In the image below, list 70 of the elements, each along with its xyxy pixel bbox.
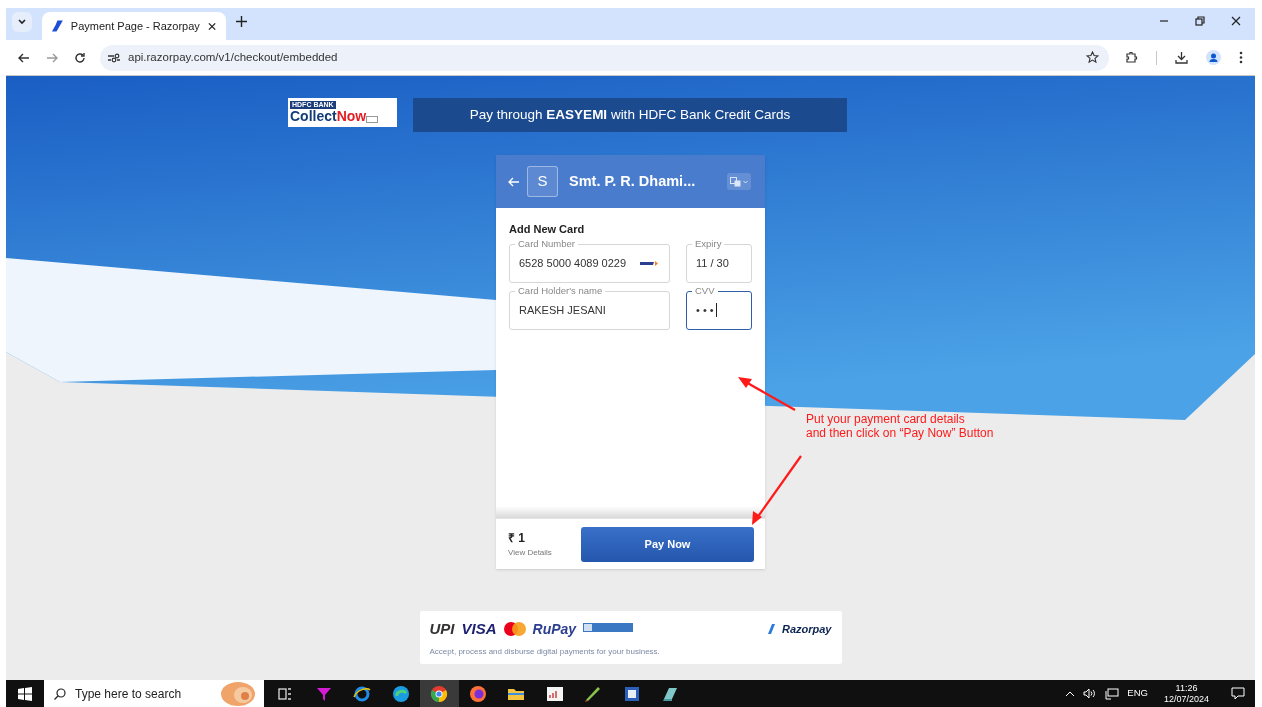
tab-list-button[interactable] bbox=[12, 12, 32, 32]
notification-icon[interactable] bbox=[1231, 687, 1245, 700]
logo-word: Now bbox=[336, 109, 367, 124]
app-icon bbox=[545, 684, 564, 703]
app-icon bbox=[468, 684, 487, 703]
annotation-text: Put your payment card details and then click on “Pay Now” Button bbox=[806, 412, 994, 440]
close-icon[interactable] bbox=[207, 21, 216, 31]
site-settings-icon[interactable] bbox=[108, 52, 120, 63]
reload-icon[interactable] bbox=[74, 51, 86, 64]
download-icon[interactable] bbox=[1175, 51, 1188, 64]
chevron-up-icon[interactable] bbox=[1065, 690, 1076, 697]
translate-icon bbox=[730, 176, 741, 187]
forward-arrow-icon[interactable] bbox=[46, 51, 58, 64]
chevron-down-icon bbox=[743, 179, 748, 184]
app-icon bbox=[622, 684, 641, 703]
visa-logo: VISA bbox=[461, 619, 497, 639]
language-button[interactable] bbox=[727, 173, 751, 190]
menu-icon[interactable] bbox=[1239, 51, 1243, 64]
merchant-initial: S bbox=[527, 166, 558, 197]
promo-banner: Pay through EASYEMI with HDFC Bank Credit Cards bbox=[413, 98, 847, 132]
clock[interactable]: 11:26 12/07/2024 bbox=[1163, 682, 1209, 705]
screen-icon bbox=[366, 116, 379, 124]
razorpay-brand: Razorpay bbox=[781, 622, 832, 637]
rupay-mark-icon bbox=[640, 260, 660, 266]
tab-title: Payment Page - Razorpay bbox=[70, 18, 200, 34]
bookmark-star-icon[interactable] bbox=[1086, 51, 1099, 64]
field-value: 6528 5000 4089 0229 bbox=[519, 255, 627, 271]
browser-tab[interactable]: Payment Page - Razorpay bbox=[42, 12, 226, 40]
field-value: 11 / 30 bbox=[696, 255, 729, 271]
address-bar[interactable]: api.razorpay.com/v1/checkout/embedded bbox=[100, 44, 1109, 71]
puzzle-icon[interactable] bbox=[1125, 51, 1138, 64]
taskbar-app[interactable] bbox=[420, 680, 459, 707]
search-icon bbox=[54, 687, 66, 700]
search-placeholder: Type here to search bbox=[75, 685, 183, 703]
language-indicator[interactable]: ENG bbox=[1127, 686, 1148, 701]
new-tab-icon[interactable] bbox=[236, 15, 247, 27]
clock-date: 12/07/2024 bbox=[1163, 693, 1209, 705]
url-text: api.razorpay.com/v1/checkout/embedded bbox=[128, 49, 339, 65]
profile-avatar-icon[interactable] bbox=[1206, 50, 1221, 65]
field-label: Card Holder's name bbox=[515, 284, 606, 296]
app-icon bbox=[353, 684, 372, 703]
back-arrow-icon[interactable] bbox=[18, 51, 30, 64]
app-icon bbox=[430, 684, 449, 703]
logo-word: Collect bbox=[290, 109, 337, 124]
footer-tagline: Accept, process and disburse digital payments for your business. bbox=[429, 645, 661, 658]
chevron-down-icon bbox=[17, 17, 27, 27]
rupay-logo: RuPay bbox=[532, 619, 577, 639]
close-icon[interactable] bbox=[1231, 16, 1241, 26]
upi-logo: UPI bbox=[429, 619, 455, 639]
clock-time: 11:26 bbox=[1175, 682, 1198, 694]
field-label: Expiry bbox=[692, 237, 725, 249]
app-icon bbox=[584, 684, 603, 703]
razorpay-logo-icon bbox=[767, 624, 775, 635]
razorpay-logo-icon bbox=[52, 20, 63, 32]
restore-icon[interactable] bbox=[1195, 16, 1205, 26]
taskbar-search-box[interactable]: Type here to search bbox=[44, 680, 264, 707]
speaker-icon[interactable] bbox=[1083, 688, 1098, 699]
text-cursor bbox=[715, 303, 717, 317]
network-icon[interactable] bbox=[1105, 687, 1120, 700]
merchant-name: Smt. P. R. Dhami... bbox=[569, 171, 697, 191]
section-title: Add New Card bbox=[509, 222, 586, 237]
field-value: RAKESH JESANI bbox=[519, 302, 606, 318]
app-icon bbox=[391, 684, 410, 703]
field-label: Card Number bbox=[515, 237, 579, 249]
amount: ₹ 1 bbox=[508, 530, 526, 547]
view-details-link[interactable]: View Details bbox=[508, 547, 581, 559]
mastercard-icon bbox=[503, 622, 526, 637]
windows-start-icon[interactable] bbox=[18, 686, 32, 701]
pay-now-button[interactable]: Pay Now bbox=[581, 526, 754, 562]
field-value: • • • bbox=[696, 302, 714, 318]
